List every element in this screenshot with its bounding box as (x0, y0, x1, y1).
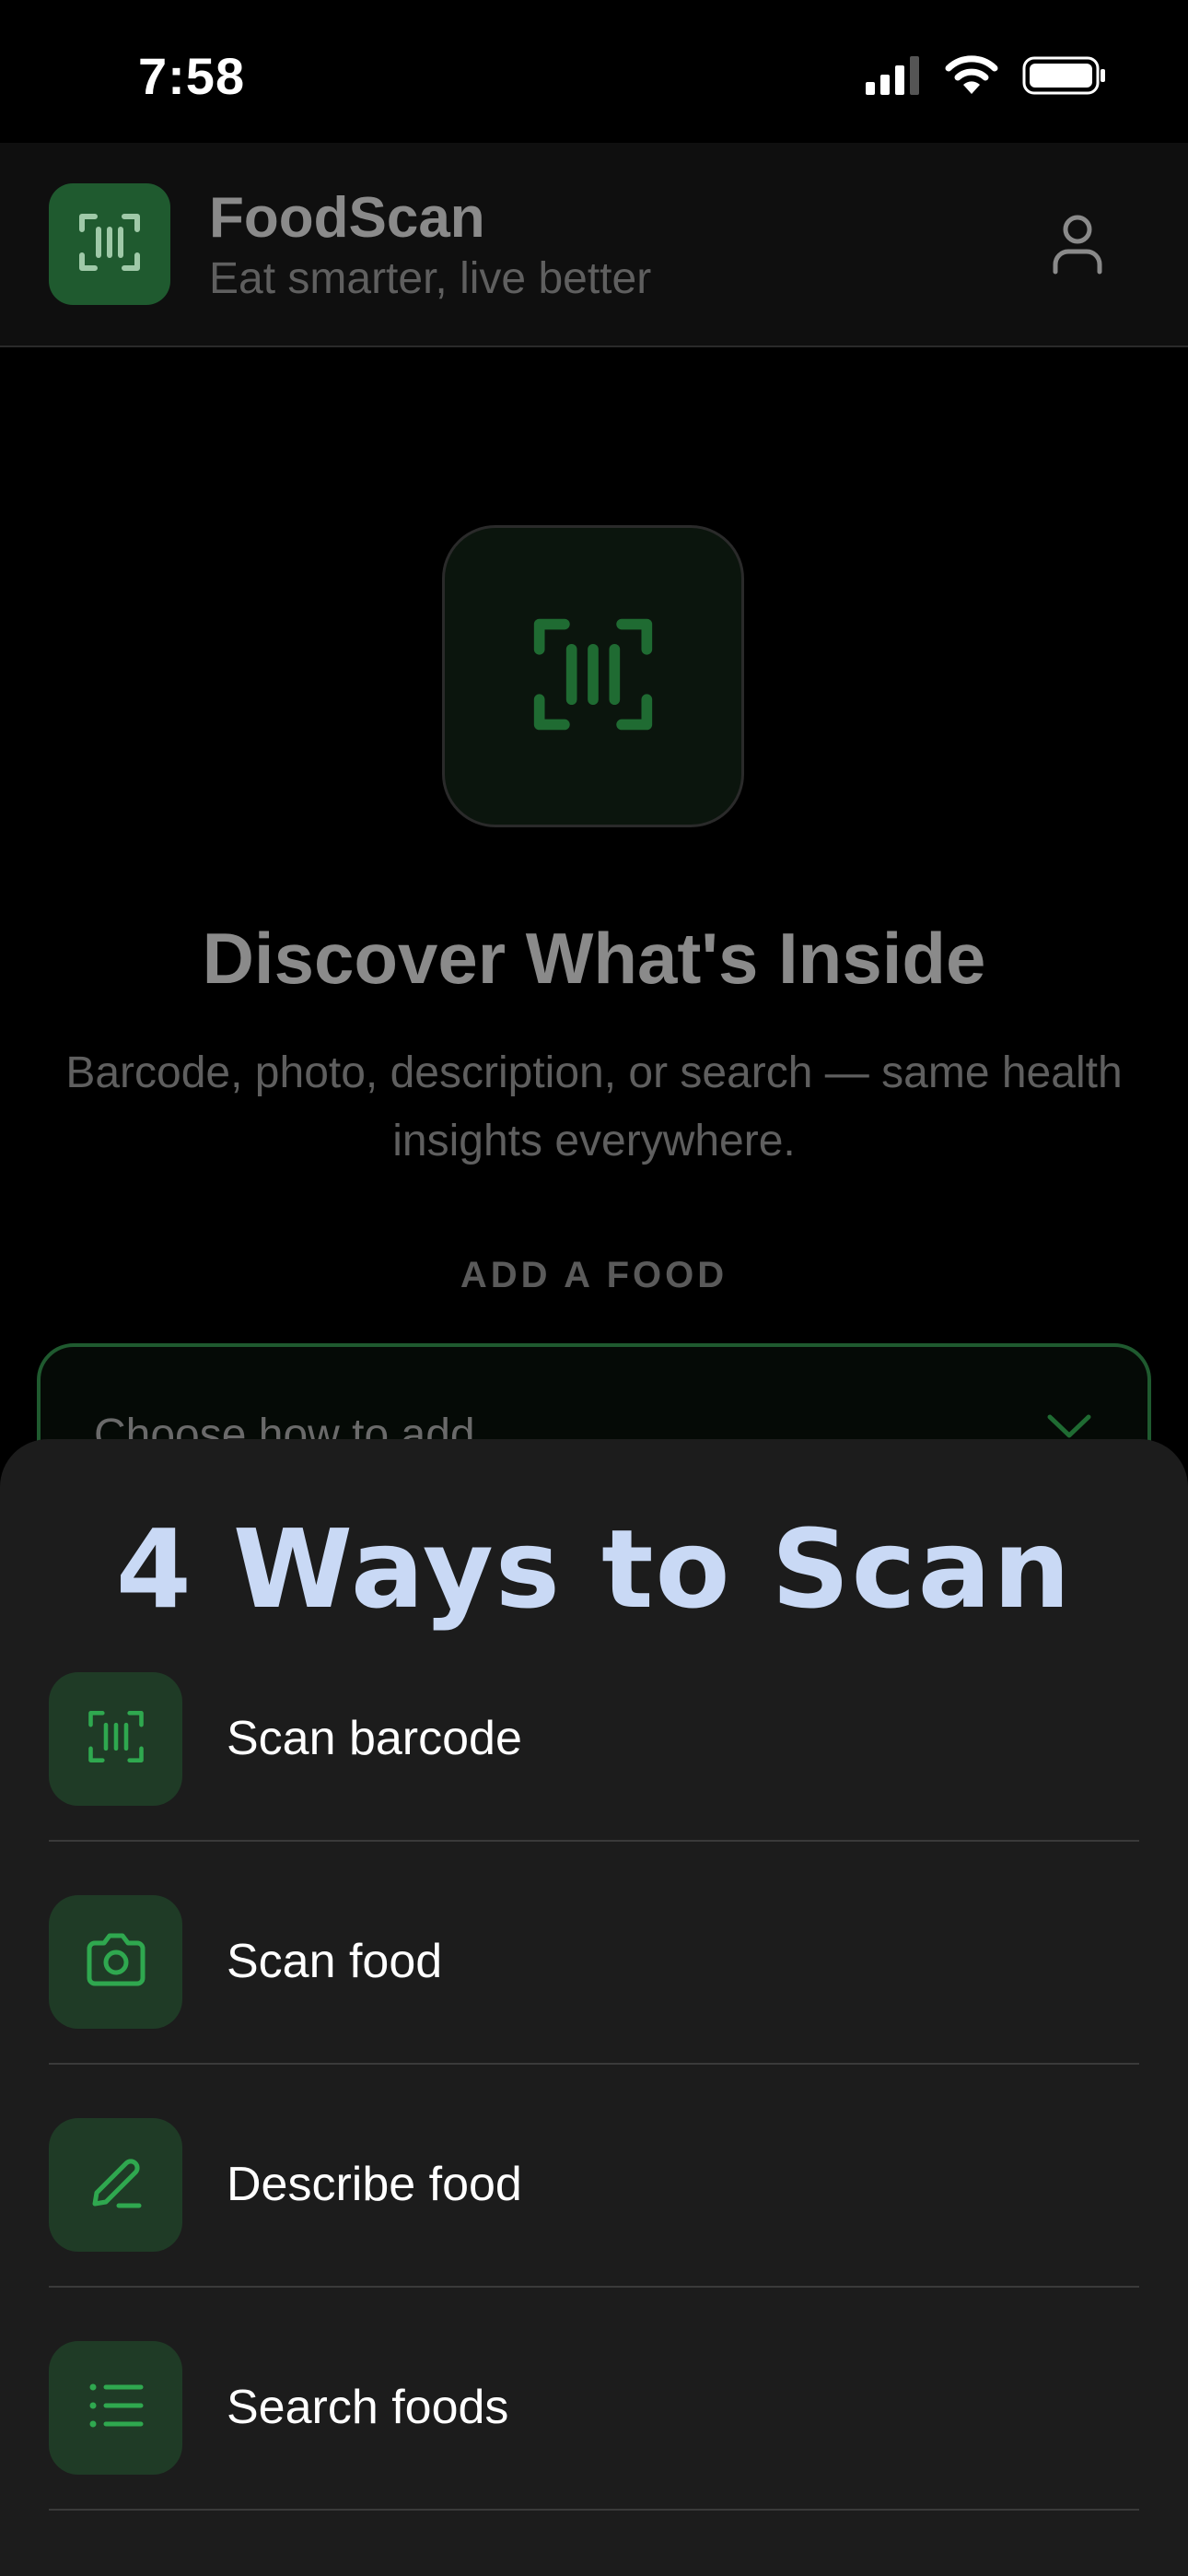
sheet-title: 4 Ways to Scan (115, 1505, 1073, 1633)
option-describe-food[interactable]: Describe food (49, 2065, 1139, 2288)
app-screen: 7:58 FoodScan Eat smarter, live better D… (0, 0, 1188, 2576)
option-label: Scan barcode (227, 1712, 522, 1765)
option-label: Search foods (227, 2381, 509, 2434)
app-tagline: Eat smarter, live better (209, 254, 652, 303)
barcode-scan-icon (76, 209, 143, 280)
cellular-signal-icon (864, 56, 921, 100)
option-icon-tile (49, 1672, 182, 1806)
app-title: FoodScan (209, 186, 485, 250)
camera-icon (84, 1932, 148, 1992)
option-label: Scan food (227, 1935, 443, 1988)
pencil-icon (86, 2152, 146, 2218)
app-logo (49, 183, 170, 305)
barcode-scan-icon (86, 1706, 146, 1772)
status-icons (864, 55, 1107, 100)
option-label: Describe food (227, 2158, 522, 2211)
status-bar: 7:58 (0, 0, 1188, 143)
option-scan-food[interactable]: Scan food (49, 1842, 1139, 2065)
wifi-icon (945, 55, 998, 100)
option-search-foods[interactable]: Search foods (49, 2288, 1139, 2511)
hero-title: Discover What's Inside (202, 918, 986, 999)
scan-options-sheet: 4 Ways to Scan Scan barcode Scan food De… (0, 1439, 1188, 2576)
user-icon (1050, 213, 1105, 280)
add-food-section-label: ADD A FOOD (460, 1255, 728, 1295)
option-scan-barcode[interactable]: Scan barcode (49, 1619, 1139, 1842)
hero-description: Barcode, photo, description, or search —… (65, 1048, 1123, 1165)
option-icon-tile (49, 2118, 182, 2252)
app-header: FoodScan Eat smarter, live better (0, 143, 1188, 347)
hero-scan-graphic (442, 525, 744, 827)
list-icon (86, 2380, 146, 2436)
barcode-scan-icon (529, 610, 658, 744)
battery-icon (1022, 55, 1107, 100)
profile-button[interactable] (1042, 211, 1112, 281)
option-icon-tile (49, 1895, 182, 2029)
option-icon-tile (49, 2341, 182, 2475)
status-time: 7:58 (138, 47, 246, 105)
